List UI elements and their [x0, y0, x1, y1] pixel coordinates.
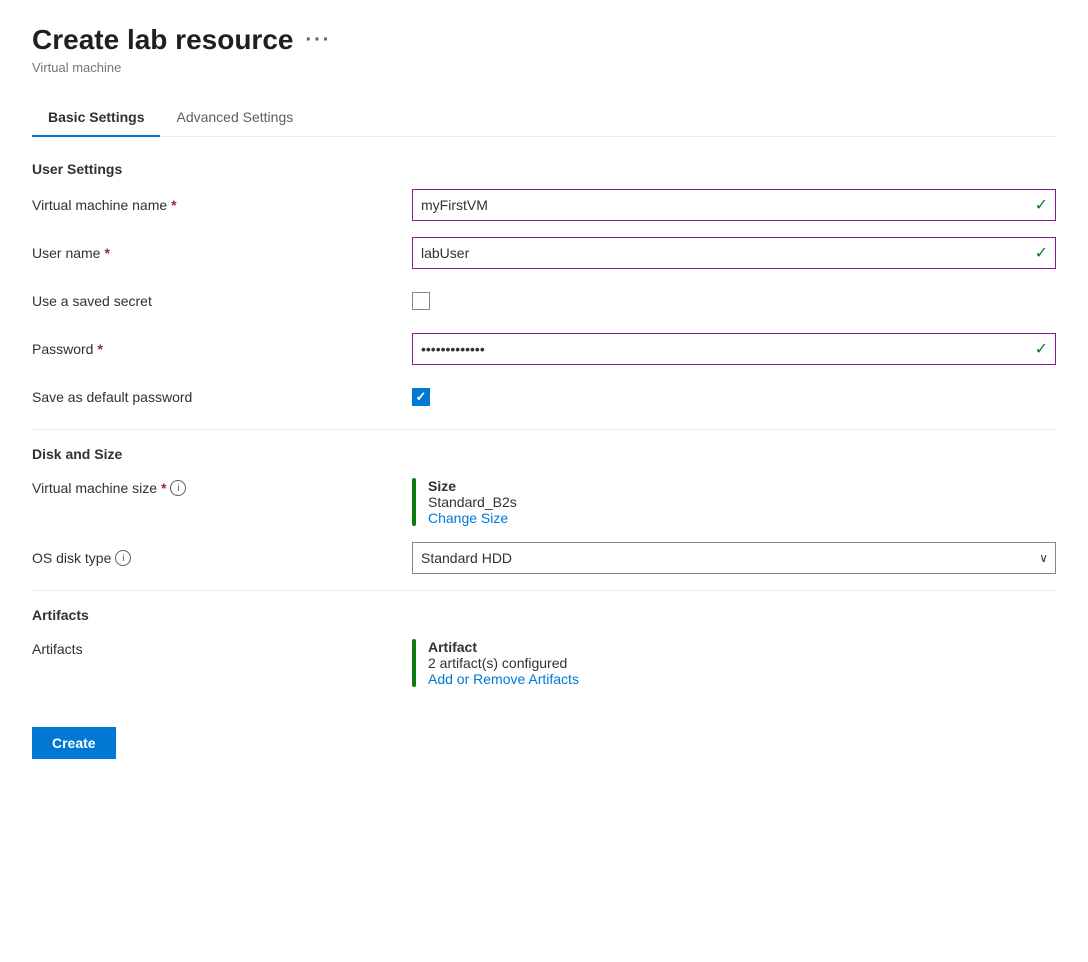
- os-disk-dropdown[interactable]: Standard HDD Standard SSD Premium SSD: [412, 542, 1056, 574]
- user-name-row: User name * ✓: [32, 237, 1056, 269]
- vm-name-input[interactable]: [412, 189, 1056, 221]
- user-settings-section-label: User Settings: [32, 161, 1056, 177]
- vm-name-required: *: [171, 197, 176, 213]
- vm-size-title: Size: [428, 478, 517, 494]
- tab-advanced-settings[interactable]: Advanced Settings: [160, 99, 309, 137]
- user-name-required: *: [104, 245, 109, 261]
- password-label: Password *: [32, 341, 412, 357]
- vm-name-row: Virtual machine name * ✓: [32, 189, 1056, 221]
- vm-size-info: Size Standard_B2s Change Size: [428, 478, 517, 526]
- default-password-label: Save as default password: [32, 389, 412, 405]
- password-valid-icon: ✓: [1035, 339, 1048, 359]
- vm-size-block: Size Standard_B2s Change Size: [412, 478, 1056, 526]
- vm-size-info-icon[interactable]: i: [170, 480, 186, 496]
- section-divider-1: [32, 429, 1056, 430]
- vm-name-control: ✓: [412, 189, 1056, 221]
- vm-size-control: Size Standard_B2s Change Size: [412, 478, 1056, 526]
- vm-size-label: Virtual machine size * i: [32, 478, 412, 496]
- saved-secret-checkbox[interactable]: [412, 292, 430, 310]
- user-name-label: User name *: [32, 245, 412, 261]
- form-actions: Create: [32, 703, 1056, 759]
- artifacts-section-label: Artifacts: [32, 607, 1056, 623]
- os-disk-label: OS disk type i: [32, 550, 412, 566]
- os-disk-dropdown-wrapper: Standard HDD Standard SSD Premium SSD ∨: [412, 542, 1056, 574]
- saved-secret-row: Use a saved secret: [32, 285, 1056, 317]
- user-name-control: ✓: [412, 237, 1056, 269]
- vm-size-value: Standard_B2s: [428, 494, 517, 510]
- user-name-input[interactable]: [412, 237, 1056, 269]
- vm-change-size-link[interactable]: Change Size: [428, 510, 508, 526]
- section-divider-2: [32, 590, 1056, 591]
- password-required: *: [97, 341, 102, 357]
- more-options-button[interactable]: ···: [305, 29, 331, 52]
- vm-size-required: *: [161, 480, 166, 496]
- page-subtitle: Virtual machine: [32, 60, 1056, 75]
- vm-name-label: Virtual machine name *: [32, 197, 412, 213]
- tab-basic-settings[interactable]: Basic Settings: [32, 99, 160, 137]
- vm-size-row: Virtual machine size * i Size Standard_B…: [32, 474, 1056, 526]
- artifact-info: Artifact 2 artifact(s) configured Add or…: [428, 639, 579, 687]
- default-password-checkbox-wrapper: [412, 388, 1056, 406]
- user-name-valid-icon: ✓: [1035, 243, 1048, 263]
- default-password-control: [412, 388, 1056, 406]
- tab-bar: Basic Settings Advanced Settings: [32, 99, 1056, 137]
- artifact-bar: [412, 639, 416, 687]
- password-input[interactable]: [412, 333, 1056, 365]
- artifact-block: Artifact 2 artifact(s) configured Add or…: [412, 639, 1056, 687]
- saved-secret-control: [412, 292, 1056, 310]
- default-password-checkbox[interactable]: [412, 388, 430, 406]
- saved-secret-checkbox-wrapper: [412, 292, 1056, 310]
- add-remove-artifacts-link[interactable]: Add or Remove Artifacts: [428, 671, 579, 687]
- disk-size-section-label: Disk and Size: [32, 446, 1056, 462]
- os-disk-info-icon[interactable]: i: [115, 550, 131, 566]
- create-button[interactable]: Create: [32, 727, 116, 759]
- page-title: Create lab resource ···: [32, 24, 1056, 56]
- artifacts-control: Artifact 2 artifact(s) configured Add or…: [412, 639, 1056, 687]
- vm-size-bar: [412, 478, 416, 526]
- saved-secret-label: Use a saved secret: [32, 293, 412, 309]
- title-text: Create lab resource: [32, 24, 293, 56]
- vm-name-valid-icon: ✓: [1035, 195, 1048, 215]
- password-control: ✓: [412, 333, 1056, 365]
- artifact-title: Artifact: [428, 639, 579, 655]
- default-password-row: Save as default password: [32, 381, 1056, 413]
- password-row: Password * ✓: [32, 333, 1056, 365]
- os-disk-row: OS disk type i Standard HDD Standard SSD…: [32, 542, 1056, 574]
- artifact-count: 2 artifact(s) configured: [428, 655, 579, 671]
- artifacts-row: Artifacts Artifact 2 artifact(s) configu…: [32, 635, 1056, 687]
- artifacts-label: Artifacts: [32, 639, 412, 657]
